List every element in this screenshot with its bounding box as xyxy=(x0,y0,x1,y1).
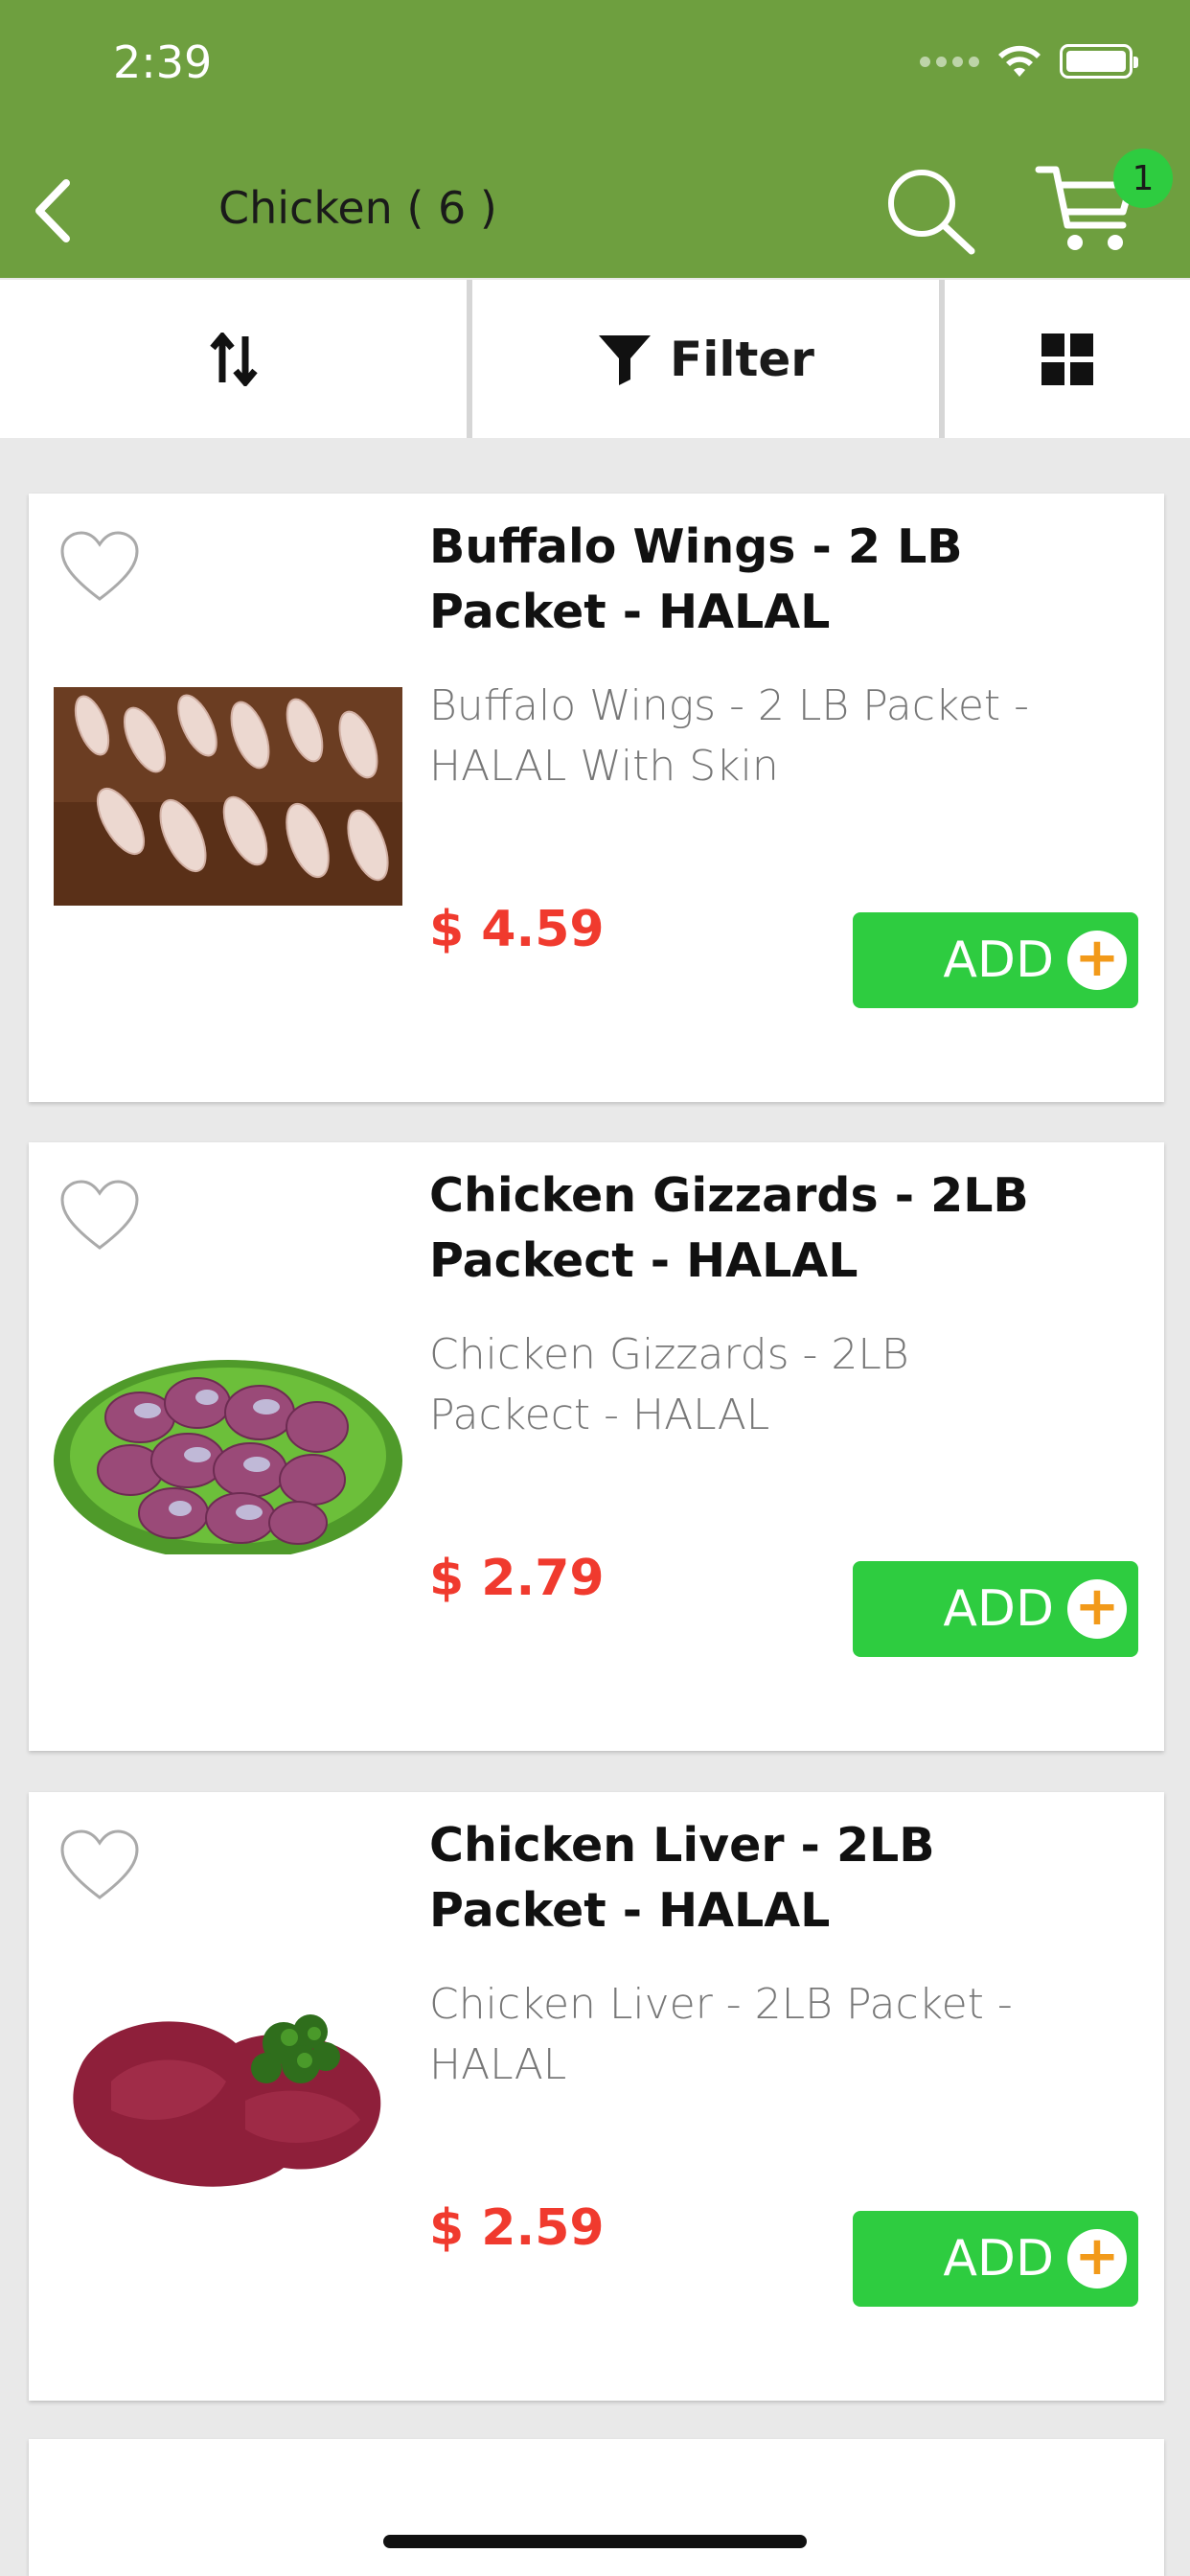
plus-icon: + xyxy=(1067,1579,1127,1639)
filter-label: Filter xyxy=(670,331,814,387)
plus-icon: + xyxy=(1067,931,1127,990)
product-description: Chicken Liver - 2LB Packet - HALAL xyxy=(429,1980,1013,2089)
cart-count-badge: 1 xyxy=(1113,149,1173,208)
chicken-liver-image xyxy=(54,1986,402,2204)
favorite-button[interactable] xyxy=(59,1179,140,1252)
product-title[interactable]: Chicken Gizzards - 2LB Packect - HALAL xyxy=(429,1163,1119,1294)
status-time: 2:39 xyxy=(113,36,213,88)
product-card[interactable]: Chicken Liver - 2LB Packet - HALAL Chick… xyxy=(29,1792,1164,2401)
wifi-icon xyxy=(998,45,1041,77)
heart-icon xyxy=(60,1829,139,1899)
home-indicator[interactable] xyxy=(383,2535,807,2548)
chevron-left-icon xyxy=(35,179,70,242)
chicken-wings-image xyxy=(54,687,402,906)
product-price: $ 2.59 xyxy=(429,2199,605,2257)
add-label: ADD xyxy=(943,2230,1054,2288)
chicken-gizzards-image xyxy=(54,1336,402,1554)
add-to-cart-button[interactable]: ADD + xyxy=(853,1561,1138,1657)
grid-view-button[interactable] xyxy=(945,280,1190,438)
add-label: ADD xyxy=(943,932,1054,989)
grid-view-icon xyxy=(1041,333,1093,385)
back-button[interactable] xyxy=(19,168,86,254)
heart-icon xyxy=(60,531,139,601)
product-description: Buffalo Wings - 2 LB Packet - HALAL With… xyxy=(429,681,1030,791)
page-title: Chicken ( 6 ) xyxy=(218,182,497,234)
product-title[interactable]: Buffalo Wings - 2 LB Packet - HALAL xyxy=(429,515,1119,645)
product-card[interactable] xyxy=(29,2439,1164,2576)
heart-icon xyxy=(60,1180,139,1250)
product-card[interactable]: Chicken Gizzards - 2LB Packect - HALAL C… xyxy=(29,1142,1164,1751)
product-description: Chicken Gizzards - 2LB Packect - HALAL xyxy=(429,1330,909,1439)
product-card[interactable]: Buffalo Wings - 2 LB Packet - HALAL Buff… xyxy=(29,494,1164,1102)
search-icon xyxy=(888,170,975,255)
app-header: 2:39 Chicken ( 6 ) 1 xyxy=(0,0,1190,278)
add-label: ADD xyxy=(943,1580,1054,1638)
sort-arrows-icon xyxy=(209,332,258,386)
add-to-cart-button[interactable]: ADD + xyxy=(853,2211,1138,2307)
sort-button[interactable] xyxy=(0,280,467,438)
plus-icon: + xyxy=(1067,2229,1127,2288)
status-icons xyxy=(920,42,1138,80)
product-price: $ 4.59 xyxy=(429,901,605,958)
product-title[interactable]: Chicken Liver - 2LB Packet - HALAL xyxy=(429,1813,1119,1944)
favorite-button[interactable] xyxy=(59,1828,140,1901)
product-price: $ 2.79 xyxy=(429,1550,605,1607)
filter-button[interactable]: Filter xyxy=(472,280,939,438)
search-button[interactable] xyxy=(881,163,977,259)
sort-filter-toolbar: Filter xyxy=(0,280,1190,438)
add-to-cart-button[interactable]: ADD + xyxy=(853,912,1138,1008)
funnel-icon xyxy=(599,334,652,385)
signal-icon xyxy=(920,56,979,67)
favorite-button[interactable] xyxy=(59,530,140,603)
battery-icon xyxy=(1060,44,1138,79)
